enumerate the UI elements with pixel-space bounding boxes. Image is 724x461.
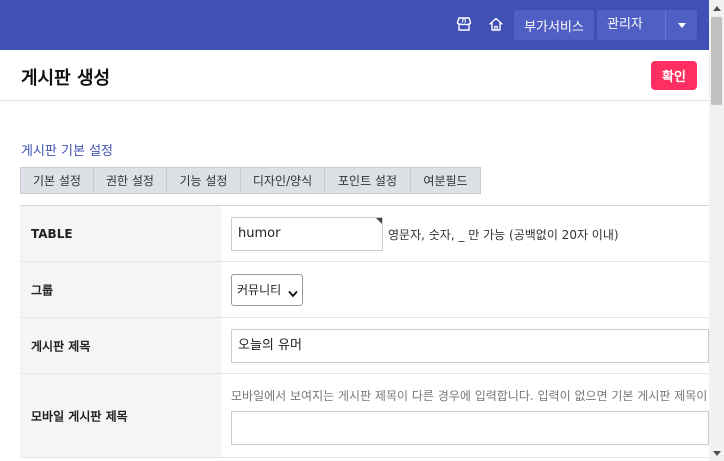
table-label: TABLE xyxy=(31,226,73,241)
group-label: 그룹 xyxy=(31,283,54,297)
admin-menu-button[interactable]: 관리자 xyxy=(597,10,697,40)
mobile-subject-label: 모바일 게시판 제목 xyxy=(31,409,128,423)
table-row: 모바일 게시판 제목 모바일에서 보여지는 게시판 제목이 다른 경우에 입력합… xyxy=(20,374,709,458)
page-title: 게시판 생성 xyxy=(21,68,111,89)
settings-tabs: 기본 설정 권한 설정 기능 설정 디자인/양식 포인트 설정 여분필드 xyxy=(20,167,481,194)
group-row-label: 그룹 xyxy=(20,262,221,317)
table-row-label: TABLE xyxy=(20,206,221,261)
subject-row-label: 게시판 제목 xyxy=(20,318,221,373)
section-title: 게시판 기본 설정 xyxy=(21,144,113,159)
page-header: 게시판 생성 확인 xyxy=(0,50,709,101)
scrollbar-thumb[interactable] xyxy=(711,17,722,105)
board-settings-form: TABLE humor 영문자, 숫자, _ 만 가능 (공백없이 20자 이내… xyxy=(20,205,709,458)
chevron-down-icon[interactable] xyxy=(665,10,697,40)
chevron-down-icon xyxy=(288,284,298,303)
vertical-scrollbar[interactable] xyxy=(709,0,724,461)
mobile-subject-row-label: 모바일 게시판 제목 xyxy=(20,374,221,457)
table-id-help: 영문자, 숫자, _ 만 가능 (공백없이 20자 이내) xyxy=(388,228,619,242)
admin-label: 관리자 xyxy=(607,17,643,32)
tab-permission-settings[interactable]: 권한 설정 xyxy=(93,167,167,194)
shop-icon[interactable] xyxy=(452,12,476,36)
mobile-subject-input[interactable] xyxy=(231,411,709,445)
subject-label: 게시판 제목 xyxy=(31,339,91,353)
group-select[interactable]: 커뮤니티 xyxy=(231,274,303,306)
board-subject-input[interactable]: 오늘의 유머 xyxy=(231,329,709,363)
home-icon[interactable] xyxy=(484,12,508,36)
mobile-subject-help: 모바일에서 보여지는 게시판 제목이 다른 경우에 입력합니다. 입력이 없으면… xyxy=(231,389,709,403)
board-subject-value: 오늘의 유머 xyxy=(238,338,302,353)
scroll-up-arrow-icon[interactable] xyxy=(709,0,724,15)
tab-feature-settings[interactable]: 기능 설정 xyxy=(166,167,241,194)
tab-basic-settings[interactable]: 기본 설정 xyxy=(20,167,94,194)
tab-extra-fields[interactable]: 여분필드 xyxy=(410,167,481,194)
tab-design-form[interactable]: 디자인/양식 xyxy=(240,167,325,194)
top-navigation-bar: 부가서비스 관리자 xyxy=(0,0,709,50)
tab-point-settings[interactable]: 포인트 설정 xyxy=(324,167,411,194)
table-row: 게시판 제목 오늘의 유머 xyxy=(20,318,709,374)
table-row: 그룹 커뮤니티 xyxy=(20,262,709,318)
table-id-value: humor xyxy=(238,226,281,241)
scroll-down-arrow-icon[interactable] xyxy=(709,446,724,461)
group-selected-value: 커뮤니티 xyxy=(237,283,282,297)
table-id-input[interactable]: humor xyxy=(231,217,383,251)
addon-services-button[interactable]: 부가서비스 xyxy=(514,10,594,40)
confirm-button[interactable]: 확인 xyxy=(651,61,697,90)
required-marker-icon xyxy=(376,218,382,224)
table-row: TABLE humor 영문자, 숫자, _ 만 가능 (공백없이 20자 이내… xyxy=(20,206,709,262)
